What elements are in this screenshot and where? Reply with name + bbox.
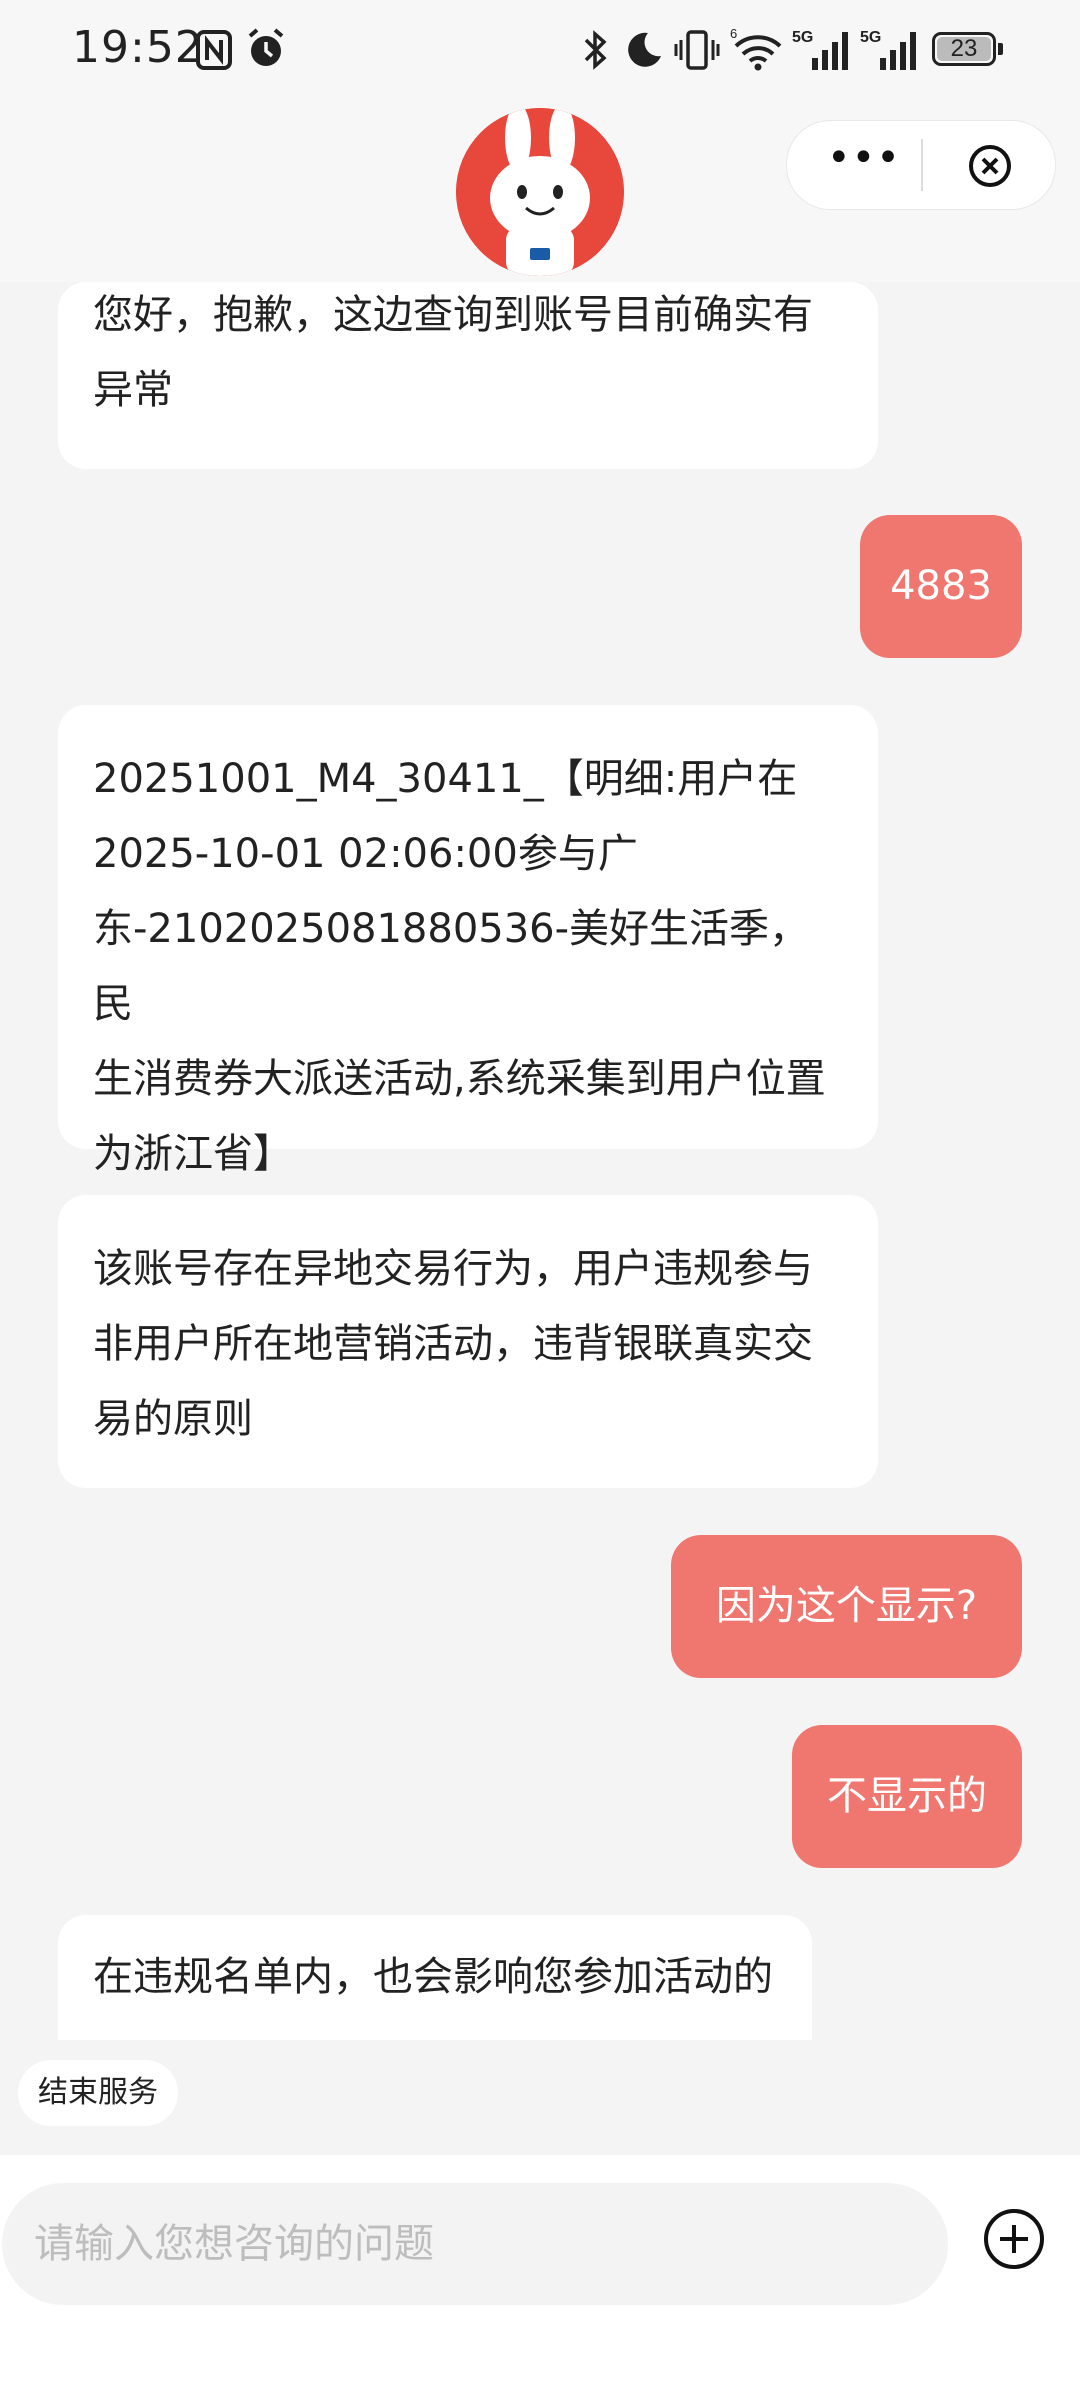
battery-icon: 23 xyxy=(932,32,1003,66)
message-line: 生消费券大派送活动,系统采集到用户位置 xyxy=(93,1056,826,1102)
agent-message: 您好，抱歉，这边查询到账号目前确实有 异常 xyxy=(58,282,878,469)
more-icon[interactable]: ••• xyxy=(827,138,900,187)
status-bar: 19:52 6 5G 5G 23 xyxy=(0,0,1080,100)
message-line: 您好，抱歉，这边查询到账号目前确实有 xyxy=(93,292,813,338)
svg-text:5G: 5G xyxy=(860,29,881,46)
plus-circle-icon[interactable] xyxy=(982,2207,1046,2271)
message-line: 为浙江省】 xyxy=(93,1131,293,1177)
message-text: 因为这个显示? xyxy=(715,1583,978,1629)
message-line: 在违规名单内，也会影响您参加活动的 xyxy=(93,1954,773,2000)
mascot-avatar xyxy=(456,108,624,276)
rabbit-icon xyxy=(456,108,624,276)
message-line: 20251001_M4_30411_【明细:用户在 xyxy=(93,756,798,802)
user-message: 不显示的 xyxy=(792,1725,1022,1868)
agent-message: 在违规名单内，也会影响您参加活动的 xyxy=(58,1915,812,2040)
signal-icon-2: 5G xyxy=(860,29,916,70)
svg-text:6: 6 xyxy=(730,26,737,41)
message-line: 非用户所在地营销活动，违背银联真实交 xyxy=(93,1321,813,1367)
close-circle-icon[interactable] xyxy=(967,143,1013,189)
vibrate-icon xyxy=(674,30,720,70)
agent-message: 该账号存在异地交易行为，用户违规参与 非用户所在地营销活动，违背银联真实交 易的… xyxy=(58,1195,878,1488)
chat-header: ••• xyxy=(0,100,1080,282)
user-message: 因为这个显示? xyxy=(671,1535,1022,1678)
message-line: 东-2102025081880536-美好生活季，民 xyxy=(93,906,810,1027)
battery-level: 23 xyxy=(950,35,978,62)
nfc-icon xyxy=(196,30,232,70)
input-bar: 请输入您想咨询的问题 xyxy=(0,2155,1080,2400)
question-input[interactable]: 请输入您想咨询的问题 xyxy=(2,2183,948,2305)
wifi-icon: 6 xyxy=(730,26,782,71)
user-message: 4883 xyxy=(860,515,1022,658)
status-time: 19:52 xyxy=(72,22,204,73)
moon-icon xyxy=(628,32,661,67)
message-line: 易的原则 xyxy=(93,1396,253,1442)
signal-icon: 5G xyxy=(792,29,848,70)
mini-program-capsule: ••• xyxy=(786,120,1056,210)
end-service-button[interactable]: 结束服务 xyxy=(18,2060,178,2126)
agent-message: 20251001_M4_30411_【明细:用户在 2025-10-01 02:… xyxy=(58,705,878,1177)
message-line: 异常 xyxy=(93,367,173,413)
message-line: 该账号存在异地交易行为，用户违规参与 xyxy=(93,1246,813,1292)
message-text: 不显示的 xyxy=(827,1773,987,1819)
svg-text:5G: 5G xyxy=(792,29,813,46)
capsule-divider xyxy=(921,139,923,191)
message-line: 2025-10-01 02:06:00参与广 xyxy=(93,831,638,877)
alarm-icon xyxy=(248,28,284,66)
bluetooth-icon xyxy=(584,30,607,70)
message-text: 4883 xyxy=(890,563,992,609)
